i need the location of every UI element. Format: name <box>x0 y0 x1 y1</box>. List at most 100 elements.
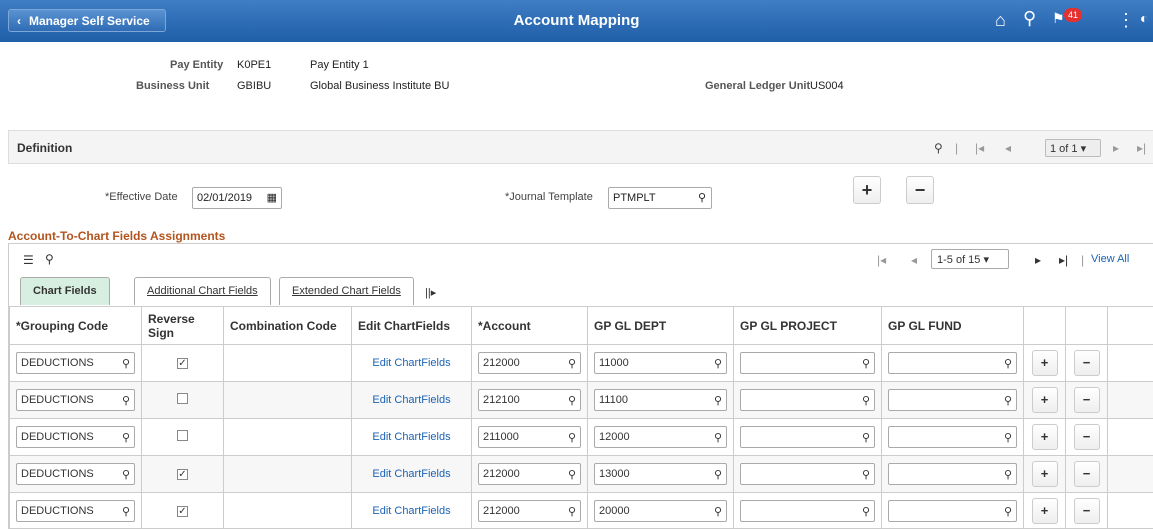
account-field[interactable]: 212000 ⚲ <box>478 500 581 522</box>
gl-dept-field[interactable]: 13000 ⚲ <box>594 463 727 485</box>
reverse-sign-checkbox[interactable] <box>177 393 188 404</box>
delete-row-button[interactable]: − <box>1073 387 1100 413</box>
add-row-button[interactable]: + <box>1031 461 1058 487</box>
lookup-icon[interactable]: ⚲ <box>698 191 706 204</box>
navbar-icon[interactable]: ◐ <box>1140 10 1148 26</box>
tab-additional-chart-fields[interactable]: Additional Chart Fields <box>134 277 271 305</box>
delete-row-button[interactable]: − <box>906 176 934 204</box>
grid-find-icon[interactable]: ⚲ <box>45 252 54 266</box>
journal-template-field[interactable]: PTMPLT ⚲ <box>608 187 712 209</box>
previous-page-icon[interactable]: ◂ <box>1005 141 1011 155</box>
reverse-sign-checkbox[interactable]: ✓ <box>177 469 188 480</box>
lookup-icon[interactable]: ⚲ <box>1004 468 1012 481</box>
lookup-icon[interactable]: ⚲ <box>568 431 576 444</box>
edit-chartfields-link[interactable]: Edit ChartFields <box>372 357 450 369</box>
find-icon[interactable]: ⚲ <box>934 141 943 155</box>
lookup-icon[interactable]: ⚲ <box>1004 357 1012 370</box>
grid-next-icon[interactable]: ▸ <box>1035 253 1041 267</box>
edit-chartfields-link[interactable]: Edit ChartFields <box>372 394 450 406</box>
notification-flag-icon[interactable]: ⚑ <box>1052 10 1065 27</box>
gl-fund-field[interactable]: ⚲ <box>888 500 1017 522</box>
gl-dept-field[interactable]: 11000 ⚲ <box>594 352 727 374</box>
add-row-button[interactable]: + <box>853 176 881 204</box>
account-field[interactable]: 212000 ⚲ <box>478 463 581 485</box>
gl-project-field[interactable]: ⚲ <box>740 463 875 485</box>
reverse-sign-checkbox[interactable]: ✓ <box>177 358 188 369</box>
home-icon[interactable]: ⌂ <box>995 10 1006 31</box>
lookup-icon[interactable]: ⚲ <box>122 431 130 444</box>
lookup-icon[interactable]: ⚲ <box>568 505 576 518</box>
grouping-code-field[interactable]: DEDUCTIONS ⚲ <box>16 426 135 448</box>
search-icon[interactable]: ⚲ <box>1023 8 1036 29</box>
lookup-icon[interactable]: ⚲ <box>122 394 130 407</box>
lookup-icon[interactable]: ⚲ <box>714 431 722 444</box>
reverse-sign-checkbox[interactable] <box>177 430 188 441</box>
delete-row-button[interactable]: − <box>1073 498 1100 524</box>
journal-template-label: *Journal Template <box>505 191 593 203</box>
grid-prev-icon[interactable]: ◂ <box>911 253 917 267</box>
lookup-icon[interactable]: ⚲ <box>122 505 130 518</box>
grouping-code-field[interactable]: DEDUCTIONS ⚲ <box>16 463 135 485</box>
lookup-icon[interactable]: ⚲ <box>122 357 130 370</box>
lookup-icon[interactable]: ⚲ <box>568 468 576 481</box>
lookup-icon[interactable]: ⚲ <box>1004 431 1012 444</box>
lookup-icon[interactable]: ⚲ <box>714 468 722 481</box>
lookup-icon[interactable]: ⚲ <box>1004 394 1012 407</box>
lookup-icon[interactable]: ⚲ <box>862 468 870 481</box>
grouping-code-field[interactable]: DEDUCTIONS ⚲ <box>16 389 135 411</box>
edit-chartfields-link[interactable]: Edit ChartFields <box>372 505 450 517</box>
actions-menu-icon[interactable]: ⋮ <box>1117 10 1135 31</box>
effective-date-field[interactable]: 02/01/2019 ▦ <box>192 187 282 209</box>
show-all-columns-icon[interactable]: ||▸ <box>425 286 436 299</box>
gl-fund-field[interactable]: ⚲ <box>888 352 1017 374</box>
lookup-icon[interactable]: ⚲ <box>568 357 576 370</box>
lookup-icon[interactable]: ⚲ <box>1004 505 1012 518</box>
gl-fund-field[interactable]: ⚲ <box>888 463 1017 485</box>
personalize-icon[interactable]: ☰ <box>23 253 34 267</box>
edit-chartfields-link[interactable]: Edit ChartFields <box>372 431 450 443</box>
gl-dept-field[interactable]: 12000 ⚲ <box>594 426 727 448</box>
lookup-icon[interactable]: ⚲ <box>122 468 130 481</box>
next-page-icon[interactable]: ▸ <box>1113 141 1119 155</box>
gl-fund-field[interactable]: ⚲ <box>888 389 1017 411</box>
lookup-icon[interactable]: ⚲ <box>714 357 722 370</box>
tab-extended-chart-fields[interactable]: Extended Chart Fields <box>279 277 414 305</box>
calendar-icon[interactable]: ▦ <box>267 191 277 204</box>
gl-project-field[interactable]: ⚲ <box>740 389 875 411</box>
grid-last-icon[interactable]: ▸| <box>1059 253 1068 267</box>
grid-pager[interactable]: 1-5 of 15 ▾ <box>931 249 1009 269</box>
add-row-button[interactable]: + <box>1031 387 1058 413</box>
last-page-icon[interactable]: ▸| <box>1137 141 1146 155</box>
edit-chartfields-link[interactable]: Edit ChartFields <box>372 468 450 480</box>
lookup-icon[interactable]: ⚲ <box>862 431 870 444</box>
gl-fund-field[interactable]: ⚲ <box>888 426 1017 448</box>
grouping-code-field[interactable]: DEDUCTIONS ⚲ <box>16 500 135 522</box>
account-field[interactable]: 212000 ⚲ <box>478 352 581 374</box>
view-all-link[interactable]: View All <box>1091 253 1129 265</box>
lookup-icon[interactable]: ⚲ <box>862 505 870 518</box>
add-row-button[interactable]: + <box>1031 498 1058 524</box>
lookup-icon[interactable]: ⚲ <box>714 505 722 518</box>
add-row-button[interactable]: + <box>1031 350 1058 376</box>
gl-project-field[interactable]: ⚲ <box>740 500 875 522</box>
delete-row-button[interactable]: − <box>1073 350 1100 376</box>
grouping-code-field[interactable]: DEDUCTIONS ⚲ <box>16 352 135 374</box>
lookup-icon[interactable]: ⚲ <box>568 394 576 407</box>
grid-first-icon[interactable]: |◂ <box>877 253 886 267</box>
gl-dept-field[interactable]: 11100 ⚲ <box>594 389 727 411</box>
lookup-icon[interactable]: ⚲ <box>714 394 722 407</box>
add-row-button[interactable]: + <box>1031 424 1058 450</box>
lookup-icon[interactable]: ⚲ <box>862 357 870 370</box>
account-field[interactable]: 212100 ⚲ <box>478 389 581 411</box>
first-page-icon[interactable]: |◂ <box>975 141 984 155</box>
delete-row-button[interactable]: − <box>1073 461 1100 487</box>
tab-chart-fields[interactable]: Chart Fields <box>20 277 110 305</box>
gl-dept-field[interactable]: 20000 ⚲ <box>594 500 727 522</box>
account-field[interactable]: 211000 ⚲ <box>478 426 581 448</box>
gl-project-field[interactable]: ⚲ <box>740 426 875 448</box>
row-pager[interactable]: 1 of 1 ▾ <box>1045 139 1101 157</box>
lookup-icon[interactable]: ⚲ <box>862 394 870 407</box>
delete-row-button[interactable]: − <box>1073 424 1100 450</box>
gl-project-field[interactable]: ⚲ <box>740 352 875 374</box>
reverse-sign-checkbox[interactable]: ✓ <box>177 506 188 517</box>
